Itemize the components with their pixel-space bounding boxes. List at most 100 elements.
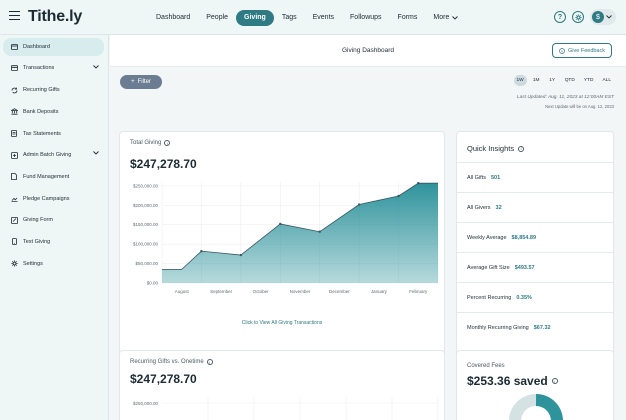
- sidebar-item-transactions[interactable]: Transactions: [3, 60, 104, 78]
- give-feedback-button[interactable]: Give Feedback: [552, 43, 612, 58]
- info-icon[interactable]: i: [518, 145, 525, 152]
- covered-fees-donut: [509, 394, 563, 420]
- nav-tags[interactable]: Tags: [274, 10, 305, 26]
- avatar: $: [592, 11, 604, 23]
- data-point[interactable]: [239, 253, 243, 257]
- total-giving-label-wrap: Total Giving i: [130, 140, 171, 146]
- y-tick-label: $250,000.00: [133, 183, 159, 188]
- range-tab-1w[interactable]: 1W: [513, 75, 527, 86]
- sidebar-item-label: Tax Statements: [23, 130, 61, 137]
- range-tab-1m[interactable]: 1M: [530, 75, 543, 86]
- nav-events[interactable]: Events: [305, 10, 342, 26]
- data-point[interactable]: [279, 222, 282, 226]
- account-menu[interactable]: $: [590, 9, 616, 25]
- sidebar-item-recurring-gifts[interactable]: Recurring Gifts: [3, 81, 104, 99]
- nav-giving[interactable]: Giving: [236, 10, 274, 26]
- next-update: Next Update will be on Aug. 12, 2023: [545, 104, 614, 109]
- insight-row: All Gifts 501: [457, 162, 613, 192]
- insight-value: $8,854.89: [511, 234, 537, 241]
- menu-icon[interactable]: [9, 11, 20, 20]
- fund-icon: [10, 173, 18, 181]
- x-tick-label: September: [210, 289, 233, 294]
- give-feedback-label: Give Feedback: [568, 47, 605, 54]
- nav-people[interactable]: People: [198, 10, 236, 26]
- quick-insights-title-wrap: Quick Insights i: [467, 144, 525, 153]
- nav-more[interactable]: More: [425, 10, 466, 26]
- page-header: Giving Dashboard Give Feedback: [110, 35, 626, 67]
- sidebar-item-text-giving[interactable]: Text Giving: [3, 233, 104, 251]
- main-nav: Dashboard People Giving Tags Events Foll…: [148, 10, 466, 26]
- sidebar-item-fund-management[interactable]: Fund Management: [3, 168, 104, 186]
- sidebar-item-label: Transactions: [23, 65, 55, 72]
- view-all-transactions-link[interactable]: Click to View All Giving Transactions: [120, 320, 444, 326]
- insight-label: All Gifts: [467, 174, 486, 181]
- range-tab-1y[interactable]: 1Y: [546, 75, 559, 86]
- help-icon[interactable]: ?: [554, 11, 566, 23]
- tax-icon: [10, 130, 18, 138]
- y-tick-label: $0.00: [147, 281, 159, 286]
- data-point[interactable]: [318, 230, 321, 233]
- insight-row: All Givers 32: [457, 192, 613, 222]
- info-icon[interactable]: i: [164, 140, 171, 146]
- logo[interactable]: Tithe.ly: [28, 8, 82, 26]
- sidebar-item-label: Pledge Campaigns: [23, 195, 70, 202]
- main-content: Giving Dashboard Give Feedback + Filter …: [110, 35, 626, 420]
- total-giving-chart: $250,000.00 $200,000.00 $150,000.00 $100,00…: [133, 181, 439, 294]
- data-point[interactable]: [357, 203, 361, 206]
- insight-label: All Givers: [467, 204, 491, 211]
- settings-icon[interactable]: [572, 11, 584, 23]
- sidebar-item-pledge-campaigns[interactable]: Pledge Campaigns: [3, 190, 104, 208]
- covered-fees-amount-wrap: $253.36 saved i: [467, 374, 558, 388]
- data-point[interactable]: [417, 181, 420, 185]
- filter-button[interactable]: + Filter: [120, 75, 162, 89]
- insight-value: $67.32: [533, 324, 551, 331]
- form-icon: [10, 216, 18, 224]
- y-tick-label: $100,000.00: [133, 242, 159, 247]
- sidebar-item-tax-statements[interactable]: Tax Statements: [3, 125, 104, 143]
- chevron-down-icon: [93, 64, 99, 69]
- sidebar-item-label: Settings: [23, 260, 43, 267]
- nav-dashboard[interactable]: Dashboard: [148, 10, 198, 26]
- range-tabs: 1W 1M 1Y QTD YTD ALL: [513, 75, 615, 86]
- range-tab-all[interactable]: ALL: [599, 75, 614, 86]
- insight-label: Percent Recurring: [467, 294, 512, 301]
- gear-icon: [10, 260, 18, 268]
- insight-value: 32: [495, 204, 502, 211]
- x-tick-label: January: [371, 289, 388, 294]
- quick-insights-card: Quick Insights i All Gifts 501 All Giver…: [456, 131, 614, 375]
- nav-forms[interactable]: Forms: [390, 10, 426, 26]
- recurring-icon: [10, 86, 18, 94]
- sidebar-item-bank-deposits[interactable]: Bank Deposits: [3, 103, 104, 121]
- sidebar-item-settings[interactable]: Settings: [3, 255, 104, 273]
- sidebar-item-admin-batch-giving[interactable]: Admin Batch Giving: [3, 146, 104, 164]
- insight-value: $493.57: [514, 264, 535, 271]
- sidebar-item-label: Bank Deposits: [23, 108, 59, 115]
- sidebar-item-giving-form[interactable]: Giving Form: [3, 212, 104, 230]
- sidebar-item-label: Fund Management: [23, 173, 70, 180]
- sidebar-item-label: Admin Batch Giving: [23, 152, 72, 159]
- pledge-icon: [10, 195, 18, 203]
- x-tick-label: November: [290, 289, 311, 294]
- sidebar-item-dashboard[interactable]: Dashboard: [3, 38, 104, 56]
- recurring-vs-onetime-label: Recurring Gifts vs. Onetime: [130, 359, 204, 365]
- last-updated: Last Updated: Aug. 11, 2023 at 12:00AM E…: [516, 95, 614, 100]
- info-icon[interactable]: i: [206, 359, 213, 365]
- chevron-down-icon: [452, 16, 459, 20]
- range-tab-ytd[interactable]: YTD: [581, 75, 597, 86]
- insight-row: Monthly Recurring Giving $67.32: [457, 312, 613, 342]
- top-icons: ? $: [554, 9, 616, 25]
- sidebar: Dashboard Transactions Recurring Gifts B…: [0, 35, 109, 420]
- chevron-down-icon: [93, 151, 99, 156]
- data-point[interactable]: [397, 194, 400, 198]
- range-tab-qtd[interactable]: QTD: [562, 75, 578, 86]
- nav-followups[interactable]: Followups: [342, 10, 390, 26]
- top-bar: Tithe.ly Dashboard People Giving Tags Ev…: [0, 0, 626, 35]
- dashboard-icon: [10, 43, 18, 51]
- data-point[interactable]: [200, 249, 203, 253]
- text-icon: [10, 238, 18, 246]
- chart-area-fill: [162, 183, 438, 283]
- total-giving-amount: $247,278.70: [130, 157, 197, 171]
- sidebar-item-label: Recurring Gifts: [23, 87, 60, 94]
- info-icon[interactable]: i: [551, 378, 558, 384]
- total-giving-card: Total Giving i $247,278.70 $250,000.00 $2…: [119, 131, 445, 375]
